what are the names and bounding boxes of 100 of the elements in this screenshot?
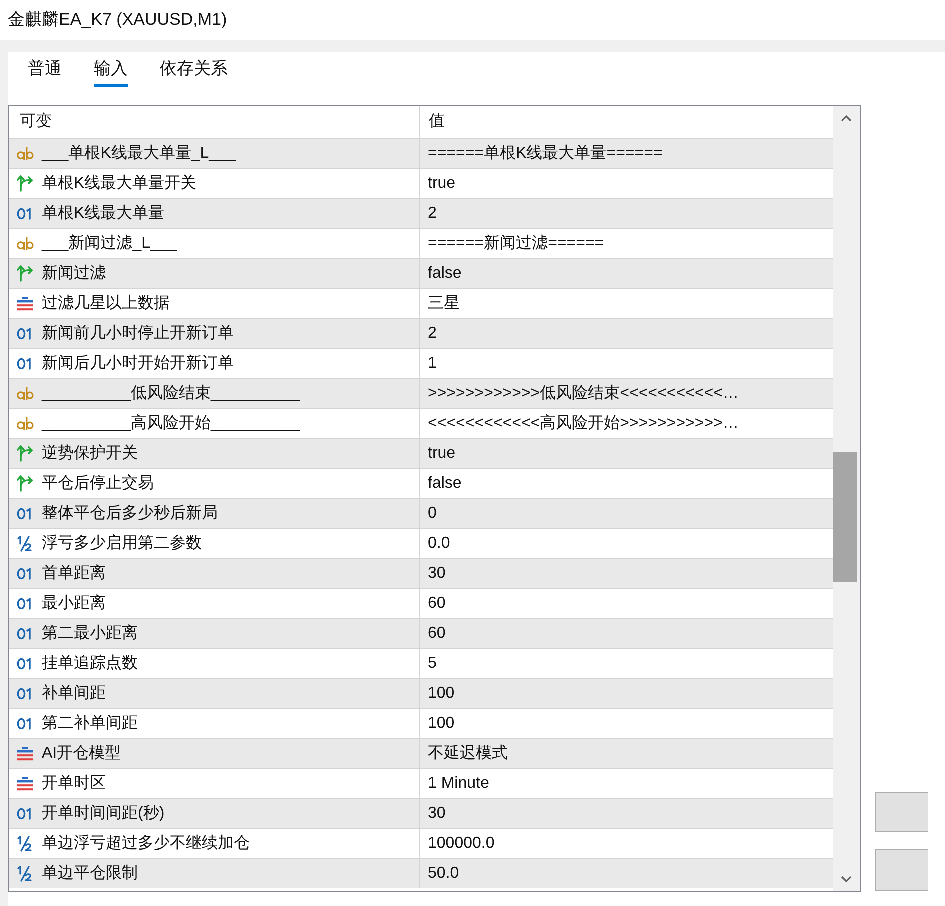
parameter-row[interactable]: 最小距离 60 (9, 588, 833, 618)
parameter-row[interactable]: ___新闻过滤_L___ ======新闻过滤====== (9, 228, 833, 258)
parameter-value[interactable]: 30 (428, 562, 446, 584)
caret-up-icon (841, 114, 852, 122)
parameter-value[interactable]: true (428, 442, 456, 464)
digits-icon (17, 628, 33, 640)
parameter-value[interactable]: ======新闻过滤====== (428, 232, 604, 254)
parameter-row[interactable]: 单边浮亏超过多少不继续加仓 100000.0 (9, 828, 833, 858)
parameter-row[interactable]: 逆势保护开关 true (9, 438, 833, 468)
parameter-name: 浮亏多少启用第二参数 (42, 534, 202, 554)
parameter-row[interactable]: 新闻后几小时开始开新订单 1 (9, 348, 833, 378)
parameter-name: __________低风险结束__________ (42, 384, 300, 404)
parameter-value[interactable]: 2 (428, 322, 437, 344)
tab[interactable]: 依存关系 (160, 52, 228, 87)
parameter-row[interactable]: 开单时区 1 Minute (9, 768, 833, 798)
digits-icon (17, 508, 33, 520)
parameter-value[interactable]: >>>>>>>>>>>>低风险结束<<<<<<<<<<<… (428, 382, 739, 404)
digits-icon (17, 358, 33, 370)
fraction-icon (17, 536, 33, 552)
parameter-value[interactable]: 2 (428, 202, 437, 224)
branch-arrow-icon (16, 265, 34, 282)
parameter-value[interactable]: 不延迟模式 (428, 742, 508, 764)
parameter-name: 首单距离 (42, 564, 106, 584)
caret-down-icon (841, 876, 852, 882)
parameter-row[interactable]: 新闻前几小时停止开新订单 2 (9, 318, 833, 348)
parameter-row[interactable]: ___单根K线最大单量_L___ ======单根K线最大单量====== (9, 138, 833, 168)
parameter-value[interactable]: 三星 (428, 292, 460, 314)
parameter-name: 单边平仓限制 (42, 864, 138, 884)
parameter-row[interactable]: 单根K线最大单量 2 (9, 198, 833, 228)
parameter-value[interactable]: true (428, 172, 456, 194)
parameter-row[interactable]: 第二最小距离 60 (9, 618, 833, 648)
tab[interactable]: 输入 (94, 52, 128, 87)
ab-icon (16, 417, 34, 430)
parameter-row[interactable]: 补单间距 100 (9, 678, 833, 708)
parameter-row[interactable]: AI开仓模型 不延迟模式 (9, 738, 833, 768)
parameter-row[interactable]: 第二补单间距 100 (9, 708, 833, 738)
parameter-value[interactable]: 60 (428, 622, 446, 644)
parameter-row[interactable]: 单根K线最大单量开关 true (9, 168, 833, 198)
parameter-row[interactable]: 过滤几星以上数据 三星 (9, 288, 833, 318)
window-title: 金麒麟EA_K7 (XAUUSD,M1) (8, 9, 228, 31)
scrollbar-thumb[interactable] (833, 452, 857, 582)
parameter-value[interactable]: false (428, 262, 462, 284)
side-button[interactable] (875, 792, 928, 832)
parameter-value[interactable]: false (428, 472, 462, 494)
parameter-row[interactable]: 开单时间间距(秒) 30 (9, 798, 833, 828)
fraction-icon (17, 866, 33, 882)
parameter-row[interactable]: 平仓后停止交易 false (9, 468, 833, 498)
digits-icon (17, 718, 33, 730)
parameter-name: 开单时区 (42, 774, 106, 794)
side-button[interactable] (875, 849, 928, 891)
list-icon (17, 296, 33, 310)
parameter-name: __________高风险开始__________ (42, 414, 300, 434)
parameter-row[interactable]: __________低风险结束__________ >>>>>>>>>>>>低风险结束<<<<<<<<<<<… (9, 378, 833, 408)
parameter-value[interactable]: 60 (428, 592, 446, 614)
digits-icon (17, 568, 33, 580)
parameter-row[interactable]: 单边平仓限制 50.0 (9, 858, 833, 888)
tab[interactable]: 普通 (28, 52, 62, 87)
list-icon (17, 746, 33, 760)
parameter-value[interactable]: 1 (428, 352, 437, 374)
parameter-row[interactable]: 新闻过滤 false (9, 258, 833, 288)
branch-arrow-icon (16, 475, 34, 492)
branch-arrow-icon (16, 445, 34, 462)
parameter-name: 补单间距 (42, 684, 106, 704)
parameter-name: 逆势保护开关 (42, 444, 138, 464)
parameter-name: 开单时间间距(秒) (42, 804, 165, 824)
parameter-row[interactable]: 整体平仓后多少秒后新局 0 (9, 498, 833, 528)
ab-icon (16, 237, 34, 250)
parameter-value[interactable]: 30 (428, 802, 446, 824)
digits-icon (17, 328, 33, 340)
ab-icon (16, 387, 34, 400)
list-icon (17, 776, 33, 790)
parameter-name: 第二补单间距 (42, 714, 138, 734)
parameter-row[interactable]: 浮亏多少启用第二参数 0.0 (9, 528, 833, 558)
parameter-name: 新闻后几小时开始开新订单 (42, 354, 234, 374)
parameter-row[interactable]: 挂单追踪点数 5 (9, 648, 833, 678)
digits-icon (17, 598, 33, 610)
parameter-value[interactable]: <<<<<<<<<<<<高风险开始>>>>>>>>>>>… (428, 412, 739, 434)
parameter-name: 单边浮亏超过多少不继续加仓 (42, 834, 250, 854)
fraction-icon (17, 836, 33, 852)
parameter-value[interactable]: 0.0 (428, 532, 450, 554)
digits-icon (17, 658, 33, 670)
branch-arrow-icon (16, 175, 34, 192)
digits-icon (17, 808, 33, 820)
parameter-name: 挂单追踪点数 (42, 654, 138, 674)
parameter-value[interactable]: 1 Minute (428, 772, 490, 794)
parameter-value[interactable]: 100000.0 (428, 832, 495, 854)
parameter-value[interactable]: 50.0 (428, 862, 460, 884)
parameter-row[interactable]: __________高风险开始__________ <<<<<<<<<<<<高风险开始>>>>>>>>>>>… (9, 408, 833, 438)
parameter-value[interactable]: 5 (428, 652, 437, 674)
digits-icon (17, 208, 33, 220)
parameter-name: 单根K线最大单量开关 (42, 174, 197, 194)
parameter-value[interactable]: 100 (428, 682, 455, 704)
column-header: 可变 (20, 112, 52, 132)
parameter-row[interactable]: 首单距离 30 (9, 558, 833, 588)
parameter-value[interactable]: 100 (428, 712, 455, 734)
parameter-value[interactable]: ======单根K线最大单量====== (428, 142, 663, 164)
digits-icon (17, 688, 33, 700)
parameter-name: 新闻过滤 (42, 264, 106, 284)
parameter-value[interactable]: 0 (428, 502, 437, 524)
ab-icon (16, 147, 34, 160)
